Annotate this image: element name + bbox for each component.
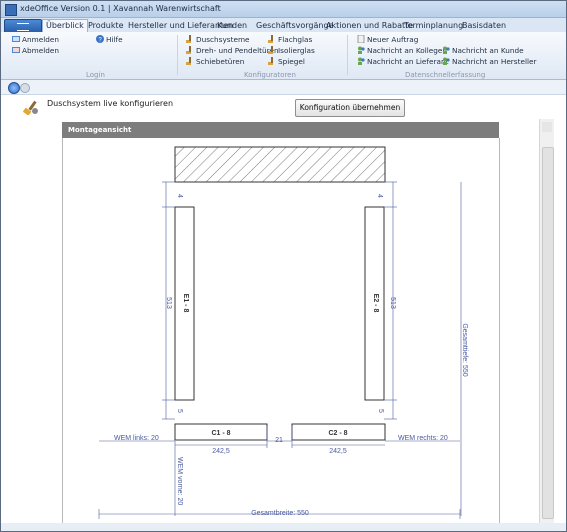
- app-icon: [5, 4, 17, 16]
- ribbon-separator: [177, 35, 178, 75]
- nachricht-lieferant-button[interactable]: Nachricht an Lieferant: [357, 57, 448, 66]
- drawing-canvas: E1 - 8 E2 - 8 C1 - 8 C2 - 8 4 4 513 513 …: [98, 146, 468, 519]
- configure-icon: [23, 100, 38, 115]
- scroll-thumb[interactable]: [542, 147, 554, 519]
- hilfe-label: Hilfe: [106, 35, 123, 44]
- dreh-pendeltueren-label: Dreh- und Pendeltüren: [196, 46, 279, 55]
- people-icon: [358, 57, 365, 65]
- brush-icon: [268, 57, 273, 65]
- brush-icon: [186, 46, 191, 54]
- dim-label: 513: [389, 297, 396, 309]
- anmelden-button[interactable]: Anmelden: [12, 35, 59, 44]
- dimension-lines: [98, 181, 462, 519]
- panel-label-e1: E1 - 8: [182, 294, 189, 313]
- tab-terminplanung[interactable]: Terminplanung: [401, 20, 466, 32]
- dim-label: 242,5: [212, 448, 230, 455]
- nachricht-kollegen-label: Nachricht an Kollegen: [367, 46, 448, 55]
- brush-icon: [268, 46, 273, 54]
- back-icon[interactable]: [8, 82, 20, 94]
- panel-label-e2: E2 - 8: [372, 294, 379, 313]
- tab-basisdaten[interactable]: Basisdaten: [459, 20, 509, 32]
- tab-produkte[interactable]: Produkte: [85, 20, 127, 32]
- app-window: xdeOffice Version 0.1 | Xavannah Warenwi…: [0, 0, 567, 532]
- spiegel-label: Spiegel: [278, 57, 305, 66]
- brush-icon: [186, 57, 191, 65]
- tab-ueberblick[interactable]: Überblick: [42, 19, 88, 33]
- apply-configuration-button[interactable]: Konfiguration übernehmen: [295, 99, 405, 117]
- dim-label: 5: [377, 409, 384, 413]
- schiebetueren-button[interactable]: Schiebetüren: [186, 57, 244, 66]
- nachricht-hersteller-button[interactable]: Nachricht an Hersteller: [442, 57, 537, 66]
- panel-label-c2: C2 - 8: [328, 430, 347, 437]
- nachricht-kunde-label: Nachricht an Kunde: [452, 46, 524, 55]
- nachricht-kollegen-button[interactable]: Nachricht an Kollegen: [357, 46, 447, 55]
- duschsysteme-button[interactable]: Duschsysteme: [186, 35, 250, 44]
- nachricht-kunde-button[interactable]: Nachricht an Kunde: [442, 46, 524, 55]
- spiegel-button[interactable]: Spiegel: [268, 57, 305, 66]
- people-icon: [443, 46, 450, 54]
- dim-label: 5: [176, 409, 183, 413]
- group-label-login: Login: [86, 71, 105, 79]
- tab-kunden[interactable]: Kunden: [214, 20, 250, 32]
- dim-label: 4: [376, 194, 383, 198]
- people-icon: [443, 57, 450, 65]
- wem-right-label: WEM rechts: 20: [398, 435, 448, 442]
- panel-label-c1: C1 - 8: [211, 430, 230, 437]
- flachglas-button[interactable]: Flachglas: [268, 35, 312, 44]
- schiebetueren-label: Schiebetüren: [196, 57, 245, 66]
- login-icon: [12, 36, 20, 42]
- navigation-bar: [1, 80, 566, 95]
- brush-icon: [186, 35, 191, 43]
- dim-label: 513: [165, 297, 172, 309]
- wem-front-label: WEM vorne: 20: [176, 457, 183, 505]
- ribbon-separator: [347, 35, 348, 75]
- window-title: xdeOffice Version 0.1 | Xavannah Warenwi…: [20, 4, 221, 13]
- title-bar: xdeOffice Version 0.1 | Xavannah Warenwi…: [1, 1, 566, 18]
- duschsysteme-label: Duschsysteme: [196, 35, 250, 44]
- dreh-pendeltueren-button[interactable]: Dreh- und Pendeltüren: [186, 46, 279, 55]
- assembly-drawing: E1 - 8 E2 - 8 C1 - 8 C2 - 8 4 4 513 513 …: [62, 138, 500, 524]
- wem-left-label: WEM links: 20: [114, 435, 159, 442]
- hilfe-button[interactable]: ? Hilfe: [96, 35, 123, 44]
- scroll-up-icon[interactable]: [542, 122, 552, 132]
- group-label-konfiguratoren: Konfiguratoren: [244, 71, 296, 79]
- wall-element: [174, 146, 386, 183]
- isolierglas-label: Isolierglas: [278, 46, 315, 55]
- total-depth-label: Gesamttiefe: 550: [461, 323, 468, 376]
- neuer-auftrag-button[interactable]: Neuer Auftrag: [357, 35, 418, 44]
- abmelden-button[interactable]: Abmelden: [12, 46, 59, 55]
- menu-icon: [17, 23, 29, 31]
- panel-title: Montageansicht: [68, 126, 132, 134]
- application-menu-button[interactable]: [4, 19, 42, 33]
- vertical-scrollbar[interactable]: [539, 119, 554, 523]
- logout-icon: [12, 47, 20, 53]
- neuer-auftrag-label: Neuer Auftrag: [367, 35, 419, 44]
- isolierglas-button[interactable]: Isolierglas: [268, 46, 315, 55]
- flachglas-label: Flachglas: [278, 35, 313, 44]
- dim-label: 4: [176, 194, 183, 198]
- dim-label: 21: [275, 437, 283, 444]
- group-label-datenschnellerfassung: Datenschnellerfassung: [405, 71, 486, 79]
- total-width-label: Gesamtbreite: 550: [251, 510, 309, 517]
- status-bar: [1, 523, 566, 531]
- panel-header: Montageansicht: [62, 122, 499, 138]
- nachricht-hersteller-label: Nachricht an Hersteller: [452, 57, 537, 66]
- document-icon: [357, 35, 365, 43]
- nachricht-lieferant-label: Nachricht an Lieferant: [367, 57, 449, 66]
- anmelden-label: Anmelden: [22, 35, 59, 44]
- help-icon: ?: [96, 35, 104, 43]
- abmelden-label: Abmelden: [22, 46, 59, 55]
- brush-icon: [268, 35, 273, 43]
- people-icon: [358, 46, 365, 54]
- page-title: Duschsystem live konfigurieren: [47, 99, 174, 108]
- forward-icon[interactable]: [20, 83, 30, 93]
- dim-label: 242,5: [329, 448, 347, 455]
